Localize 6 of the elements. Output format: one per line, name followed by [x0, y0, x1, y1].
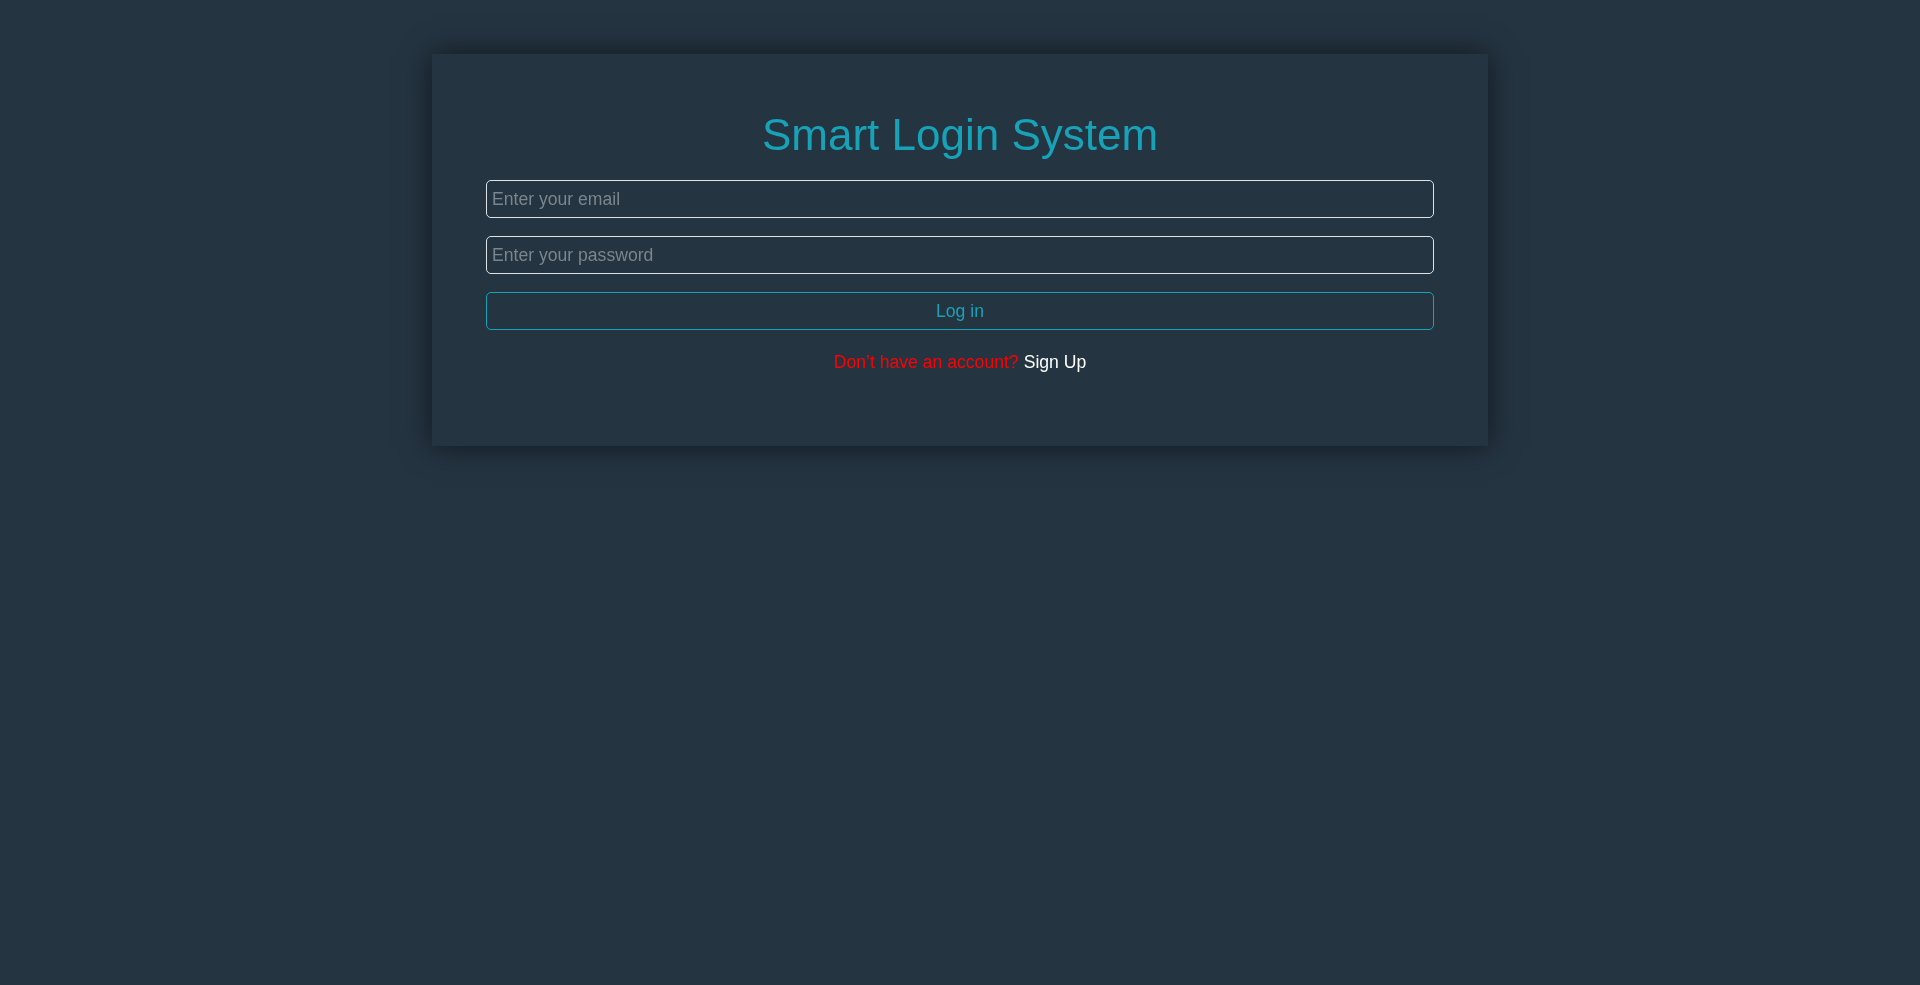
login-button[interactable]: Log in	[486, 292, 1434, 330]
password-field[interactable]: Enter your password	[486, 236, 1434, 274]
email-field[interactable]: Enter your email	[486, 180, 1434, 218]
sign-up-link[interactable]: Sign Up	[1023, 350, 1087, 374]
page-title: Smart Login System	[760, 110, 1160, 160]
signup-prompt: Don’t have an account?	[833, 351, 1019, 374]
